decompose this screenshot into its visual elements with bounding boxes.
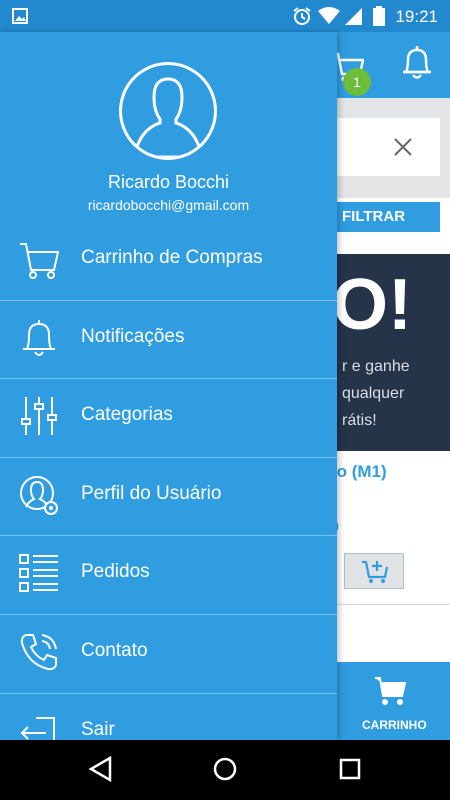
menu-item-label: Sair: [81, 718, 115, 740]
signal-icon: [345, 8, 362, 25]
header-bell-icon[interactable]: [400, 44, 434, 82]
add-cart-icon: [362, 560, 389, 583]
phone-icon: [20, 633, 57, 671]
status-bar: 19:21: [0, 0, 450, 32]
bottom-cart-icon: [375, 677, 406, 705]
bell-icon: [23, 319, 55, 356]
menu-item-label: Notificações: [81, 325, 185, 347]
banner-line-3: rátis!: [342, 412, 377, 429]
home-icon[interactable]: [212, 756, 238, 782]
menu-item-label: Carrinho de Compras: [81, 247, 263, 268]
bottom-cart-label: CARRINHO: [362, 718, 427, 732]
user-avatar-icon: [132, 77, 204, 157]
menu-item-orders[interactable]: Pedidos: [0, 536, 337, 615]
bottom-cart-tab[interactable]: CARRINHO: [330, 662, 450, 740]
navigation-bar: [0, 740, 450, 800]
banner-line-2: qualquer: [342, 385, 405, 402]
filter-button[interactable]: FILTRAR: [330, 202, 440, 232]
menu-item-logout[interactable]: Sair: [0, 694, 337, 740]
status-time: 19:21: [395, 7, 438, 26]
menu-item-profile[interactable]: Perfil do Usuário: [0, 458, 337, 537]
menu-item-cart[interactable]: Carrinho de Compras: [0, 222, 337, 301]
user-settings-icon: [20, 475, 58, 515]
cart-icon: [20, 243, 60, 279]
add-to-cart-button[interactable]: [344, 553, 404, 589]
menu-item-label: Contato: [81, 639, 148, 661]
menu-item-categories[interactable]: Categorias: [0, 379, 337, 458]
avatar[interactable]: [119, 62, 217, 160]
list-icon: [19, 554, 58, 593]
close-icon[interactable]: [394, 138, 412, 156]
divider: [330, 604, 450, 605]
promo-banner[interactable]: O! r e ganhe qualquer rátis!: [330, 254, 450, 451]
menu-item-label: Pedidos: [81, 561, 150, 583]
navigation-drawer: Ricardo Bocchi ricardobocchi@gmail.com C…: [0, 32, 337, 740]
menu-item-notifications[interactable]: Notificações: [0, 301, 337, 380]
recents-icon[interactable]: [339, 758, 361, 780]
menu-item-label: Perfil do Usuário: [81, 482, 222, 504]
battery-icon: [373, 6, 385, 26]
logout-icon: [20, 716, 55, 740]
product-name[interactable]: ro (M1): [330, 462, 387, 482]
banner-line-1: r e ganhe: [342, 358, 410, 375]
user-email: ricardobocchi@gmail.com: [87, 197, 250, 213]
image-notification-icon: [12, 8, 28, 24]
user-name: Ricardo Bocchi: [107, 172, 230, 192]
wifi-icon: [318, 7, 340, 24]
back-icon[interactable]: [88, 756, 112, 782]
drawer-menu: Carrinho de Compras Notificações Categor…: [0, 222, 337, 740]
alarm-icon: [293, 7, 311, 25]
menu-item-contact[interactable]: Contato: [0, 615, 337, 694]
menu-item-label: Categorias: [81, 404, 173, 426]
banner-headline: O!: [332, 265, 412, 345]
cart-badge: 1: [343, 68, 371, 96]
search-input[interactable]: [330, 118, 440, 176]
sliders-icon: [21, 397, 57, 436]
